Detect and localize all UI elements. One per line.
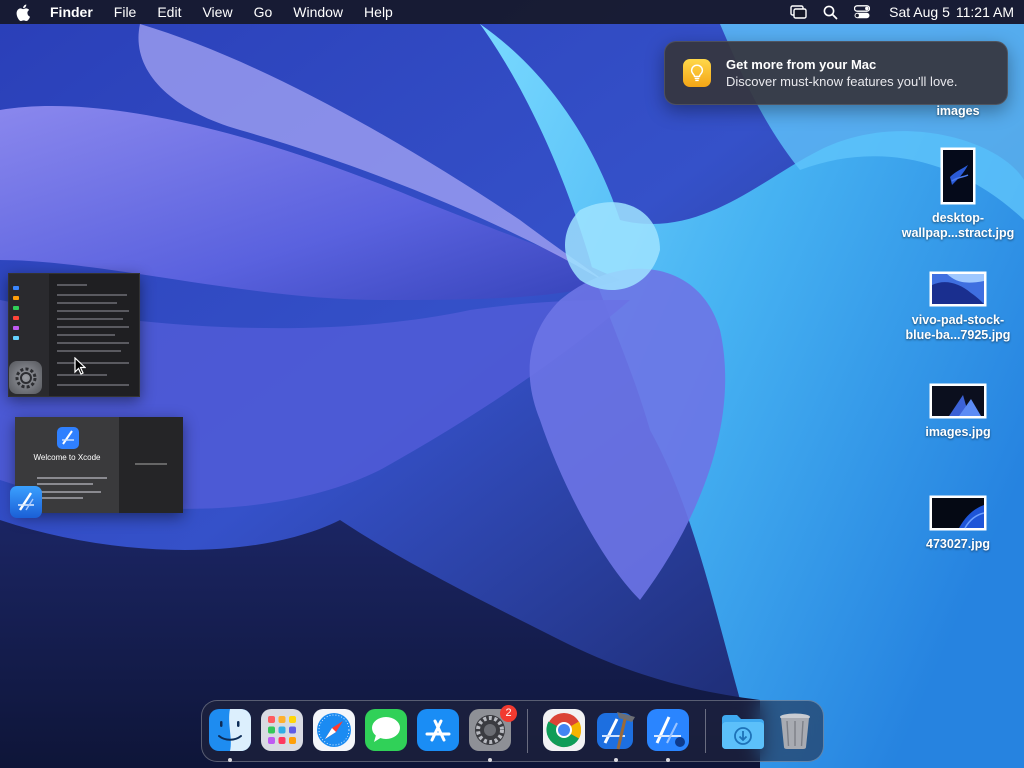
- desktop-item-vivo-pad[interactable]: vivo-pad-stock- blue-ba...7925.jpg: [893, 271, 1023, 343]
- finder-icon: [209, 709, 251, 751]
- xcode-app-icon[interactable]: [10, 486, 42, 518]
- xcode-recent-row: [135, 463, 167, 465]
- safari-icon: [313, 709, 355, 751]
- dock-safari[interactable]: [313, 709, 355, 751]
- running-indicator: [614, 758, 618, 762]
- image-thumbnail-icon: [929, 271, 987, 307]
- settings-row: [57, 384, 129, 386]
- notification-badge: 2: [500, 705, 517, 722]
- dock-finder[interactable]: [209, 709, 251, 762]
- desktop-item-images-folder[interactable]: images: [893, 96, 1023, 119]
- dock-launchpad[interactable]: [261, 709, 303, 751]
- control-center-icon[interactable]: [853, 4, 871, 20]
- desktop-item-label: images.jpg: [925, 425, 991, 439]
- trash-icon: [780, 713, 810, 749]
- dock-system-settings[interactable]: 2: [469, 705, 517, 762]
- desktop-item-label: 473027.jpg: [926, 537, 990, 551]
- downloads-folder-icon: [722, 715, 764, 749]
- sidebar-dot: [13, 306, 19, 310]
- dock: 2: [201, 700, 824, 762]
- menu-edit[interactable]: Edit: [157, 4, 181, 20]
- menubar-clock[interactable]: Sat Aug 5 11:21 AM: [889, 4, 1014, 20]
- menubar-date: Sat Aug 5: [889, 4, 950, 20]
- system-settings-app-icon[interactable]: [9, 361, 42, 394]
- settings-row: [57, 342, 129, 344]
- sidebar-dot: [13, 336, 19, 340]
- sidebar-dot: [13, 296, 19, 300]
- lightbulb-icon: [683, 59, 711, 87]
- desktop-item-label: vivo-pad-stock- blue-ba...7925.jpg: [905, 313, 1011, 342]
- settings-row: [57, 284, 87, 286]
- spotlight-search-icon[interactable]: [821, 4, 839, 20]
- menu-window[interactable]: Window: [293, 4, 343, 20]
- screen-mirroring-icon[interactable]: [789, 4, 807, 20]
- desktop-item-images-jpg[interactable]: images.jpg: [893, 383, 1023, 440]
- desktop-item-desktop-wallpaper[interactable]: desktop- wallpap...stract.jpg: [893, 147, 1023, 241]
- settings-row: [57, 326, 129, 328]
- notification-title: Get more from your Mac: [726, 56, 877, 72]
- xcode-option-row: [37, 477, 107, 479]
- menu-app-finder[interactable]: Finder: [50, 4, 93, 20]
- menu-help[interactable]: Help: [364, 4, 393, 20]
- xcode-hammer-icon: [597, 712, 635, 750]
- desktop-item-label: desktop- wallpap...stract.jpg: [901, 211, 1015, 240]
- settings-row: [57, 334, 115, 336]
- sidebar-dot: [13, 316, 19, 320]
- image-thumbnail-icon: [940, 147, 976, 205]
- dock-app-store[interactable]: [417, 709, 459, 751]
- xcode-option-row: [37, 497, 83, 499]
- dock-trash[interactable]: [774, 709, 816, 751]
- menubar-time: 11:21 AM: [955, 4, 1014, 20]
- settings-row: [57, 318, 123, 320]
- desktop-item-label: images: [936, 104, 980, 118]
- messages-icon: [365, 709, 407, 751]
- running-indicator: [666, 758, 670, 762]
- desktop-wallpaper: [0, 0, 1024, 768]
- image-thumbnail-icon: [929, 495, 987, 531]
- dock-separator: [705, 709, 706, 753]
- desktop-item-473027-jpg[interactable]: 473027.jpg: [893, 495, 1023, 552]
- dock-messages[interactable]: [365, 709, 407, 751]
- dock-google-chrome[interactable]: [543, 709, 585, 751]
- menu-file[interactable]: File: [114, 4, 137, 20]
- dock-downloads[interactable]: [720, 709, 764, 751]
- sidebar-dot: [13, 286, 19, 290]
- dock-instruments[interactable]: [647, 709, 689, 762]
- apple-menu-icon[interactable]: [16, 3, 32, 21]
- menu-bar: Finder File Edit View Go Window Help Sat…: [0, 0, 1024, 24]
- settings-row: [57, 350, 121, 352]
- xcode-icon: [57, 427, 79, 449]
- xcode-option-row: [37, 483, 93, 485]
- launchpad-icon: [261, 709, 303, 751]
- running-indicator: [488, 758, 492, 762]
- image-thumbnail-icon: [929, 383, 987, 419]
- menu-view[interactable]: View: [202, 4, 232, 20]
- dock-separator: [527, 709, 528, 753]
- settings-row: [57, 362, 129, 364]
- xcode-welcome-title: Welcome to Xcode: [33, 453, 101, 462]
- sidebar-dot: [13, 326, 19, 330]
- settings-row: [57, 302, 117, 304]
- dock-xcode[interactable]: [595, 709, 637, 762]
- mouse-cursor-icon: [74, 357, 86, 375]
- app-store-icon: [417, 709, 459, 751]
- menu-go[interactable]: Go: [254, 4, 273, 20]
- notification-body: Discover must-know features you'll love.: [726, 73, 958, 89]
- settings-row: [57, 294, 127, 296]
- xcode-option-row: [37, 491, 101, 493]
- xcode-icon: [647, 709, 689, 751]
- running-indicator: [228, 758, 232, 762]
- chrome-icon: [543, 709, 585, 751]
- settings-row: [57, 310, 129, 312]
